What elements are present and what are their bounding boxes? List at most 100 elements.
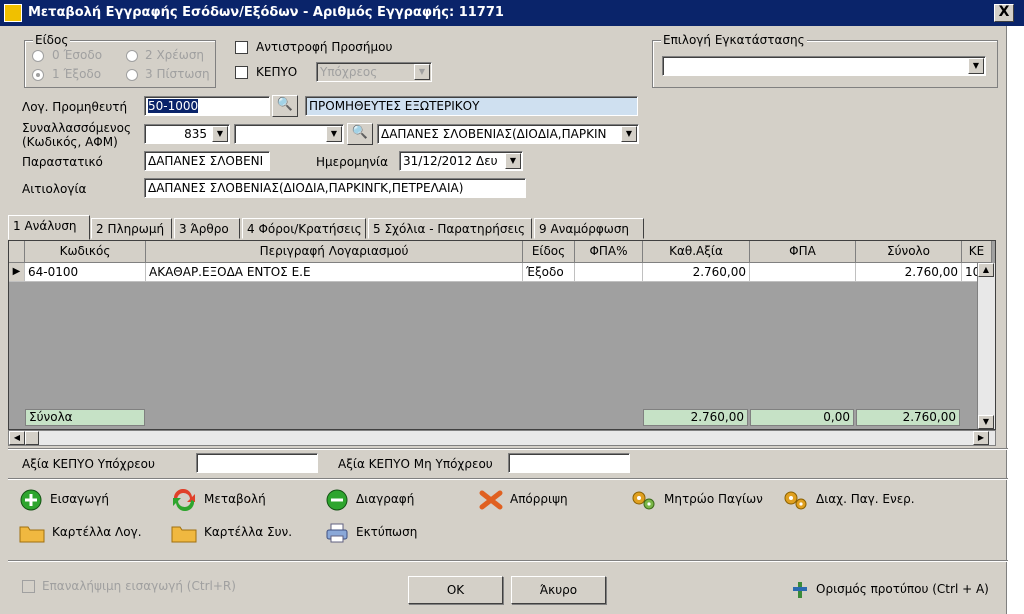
gears-icon	[784, 491, 807, 509]
counterparty-card-label: Καρτέλλα Συν.	[204, 525, 293, 539]
insert-label: Εισαγωγή	[50, 492, 110, 506]
scroll-down-icon[interactable]: ▼	[978, 415, 994, 429]
close-button[interactable]: X	[994, 4, 1014, 22]
repeat-insert-checkbox[interactable]	[22, 580, 35, 593]
table-row-code[interactable]: 64-0100	[25, 263, 146, 282]
totals-total: 2.760,00	[856, 409, 960, 426]
separator	[8, 448, 1008, 450]
radio-expense-label: 1 Έξοδο	[52, 67, 102, 81]
table-row-vat-pct[interactable]	[575, 263, 643, 282]
col-header-description[interactable]: Περιγραφή Λογαριασμού	[146, 241, 523, 263]
vertical-scrollbar[interactable]: ▲ ▼	[977, 263, 995, 429]
delete-button[interactable]: Διαγραφή	[324, 488, 414, 511]
chevron-down-icon[interactable]: ▼	[505, 153, 521, 169]
col-header-code[interactable]: Κωδικός	[25, 241, 146, 263]
reverse-prepayment-label: Αντιστροφή Προσήμου	[256, 40, 393, 54]
folder-icon	[171, 526, 197, 542]
reason-label: Αιτιολογία	[22, 182, 87, 196]
radio-debit[interactable]	[126, 50, 138, 62]
print-button[interactable]: Εκτύπωση	[324, 521, 417, 544]
kepyo-label: ΚΕΠΥΟ	[256, 65, 298, 79]
horizontal-scrollbar[interactable]: ◀ ▶	[8, 430, 996, 446]
insert-button[interactable]: Εισαγωγή	[18, 488, 109, 511]
table-row-description[interactable]: ΑΚΑΘΑΡ.ΕΞΟΔΑ ΕΝΤΟΣ Ε.Ε	[146, 263, 523, 282]
supplier-search-icon[interactable]: 🔍	[272, 95, 298, 117]
kepyo-checkbox[interactable]	[235, 66, 248, 79]
col-header-extra[interactable]: ΚΕ	[962, 241, 992, 263]
col-header-vat-pct[interactable]: ΦΠΑ%	[575, 241, 643, 263]
chevron-down-icon[interactable]: ▼	[968, 58, 984, 74]
separator	[8, 560, 1008, 562]
table-row-net[interactable]: 2.760,00	[643, 263, 750, 282]
tab-analysis[interactable]: 1 Ανάλυση	[8, 215, 90, 240]
refresh-icon	[173, 488, 195, 511]
col-header-total[interactable]: Σύνολο	[856, 241, 962, 263]
kepyo-not-obliged-input[interactable]	[508, 453, 630, 473]
supplier-account-code-input[interactable]: 50-1000	[144, 96, 270, 116]
radio-income-label: 0 Έσοδο	[52, 48, 103, 62]
radio-expense[interactable]	[32, 69, 44, 81]
table-row-type[interactable]: Έξοδο	[523, 263, 575, 282]
scroll-left-icon[interactable]: ◀	[9, 431, 25, 445]
radio-credit-label: 3 Πίστωση	[145, 67, 210, 81]
minus-circle-icon	[326, 489, 348, 510]
tab-taxes[interactable]: 4 Φόροι/Κρατήσεις	[242, 218, 366, 239]
tab-payment[interactable]: 2 Πληρωμή	[91, 218, 172, 239]
chevron-down-icon[interactable]: ▼	[212, 126, 228, 142]
asset-management-button[interactable]: Διαχ. Παγ. Ενερ.	[782, 488, 915, 511]
counterparty-code-select[interactable]: 835 ▼	[144, 124, 230, 144]
print-label: Εκτύπωση	[356, 525, 418, 539]
col-header-net[interactable]: Καθ.Αξία	[643, 241, 750, 263]
col-header-vat[interactable]: ΦΠΑ	[750, 241, 856, 263]
radio-credit[interactable]	[126, 69, 138, 81]
plus-circle-icon	[20, 489, 42, 510]
date-label: Ημερομηνία	[316, 155, 389, 169]
row-selector-header	[9, 241, 25, 263]
account-card-button[interactable]: Καρτέλλα Λογ.	[18, 521, 142, 544]
scroll-thumb[interactable]	[25, 431, 39, 445]
counterparty-name-select[interactable]: ΔΑΠΑΝΕΣ ΣΛΟΒΕΝΙΑΣ(ΔΙΟΔΙΑ,ΠΑΡΚΙΝ ▼	[377, 124, 639, 144]
kepyo-obliged-input[interactable]	[196, 453, 318, 473]
reason-input[interactable]: ΔΑΠΑΝΕΣ ΣΛΟΒΕΝΙΑΣ(ΔΙΟΔΙΑ,ΠΑΡΚΙΝΓΚ,ΠΕΤΡΕΛ…	[144, 178, 526, 198]
document-input[interactable]: ΔΑΠΑΝΕΣ ΣΛΟΒΕΝΙ	[144, 151, 270, 171]
radio-income[interactable]	[32, 50, 44, 62]
row-pointer-icon[interactable]: ▶	[9, 263, 25, 282]
installation-select[interactable]: ▼	[662, 56, 986, 76]
date-value: 31/12/2012 Δευ	[403, 154, 498, 168]
scroll-right-icon[interactable]: ▶	[973, 431, 989, 445]
chevron-down-icon[interactable]: ▼	[621, 126, 637, 142]
kepyo-not-obliged-label: Αξία ΚΕΠΥΟ Μη Υπόχρεου	[338, 457, 493, 471]
counterparty-search-icon[interactable]: 🔍	[347, 123, 373, 145]
chevron-down-icon[interactable]: ▼	[414, 64, 430, 80]
kepyo-select[interactable]: Υπόχρεος ▼	[316, 62, 432, 82]
installation-title: Επιλογή Εγκατάστασης	[661, 33, 807, 47]
table-row-total[interactable]: 2.760,00	[856, 263, 962, 282]
date-picker[interactable]: 31/12/2012 Δευ ▼	[399, 151, 523, 171]
totals-label: Σύνολα	[25, 409, 145, 426]
counterparty-card-button[interactable]: Καρτέλλα Συν.	[170, 521, 292, 544]
scroll-up-icon[interactable]: ▲	[978, 263, 994, 277]
cancel-button[interactable]: Άκυρο	[511, 576, 606, 604]
app-icon	[4, 4, 22, 22]
kepyo-obliged-label: Αξία ΚΕΠΥΟ Υπόχρεου	[22, 457, 155, 471]
pin-icon	[793, 581, 807, 598]
chevron-down-icon[interactable]: ▼	[326, 126, 342, 142]
counterparty-afm-select[interactable]: ▼	[234, 124, 344, 144]
table-row-vat[interactable]	[750, 263, 856, 282]
printer-icon	[326, 523, 348, 542]
reject-button[interactable]: Απόρριψη	[478, 488, 568, 511]
background-strip	[1006, 26, 1024, 614]
dialog-window: Μεταβολή Εγγραφής Εσόδων/Εξόδων - Αριθμό…	[0, 0, 1024, 614]
modify-label: Μεταβολή	[204, 492, 266, 506]
asset-registry-button[interactable]: Μητρώο Παγίων	[630, 488, 763, 511]
ok-button[interactable]: ΟΚ	[408, 576, 503, 604]
col-header-type[interactable]: Είδος	[523, 241, 575, 263]
tab-article[interactable]: 3 Άρθρο	[174, 218, 240, 239]
set-template-button[interactable]: Ορισμός προτύπου (Ctrl + A)	[790, 578, 989, 600]
tab-comments[interactable]: 5 Σχόλια - Παρατηρήσεις	[368, 218, 532, 239]
account-card-label: Καρτέλλα Λογ.	[52, 525, 142, 539]
reverse-prepayment-checkbox[interactable]	[235, 41, 248, 54]
tab-reform[interactable]: 9 Αναμόρφωση	[534, 218, 644, 239]
modify-button[interactable]: Μεταβολή	[170, 488, 266, 511]
window-title: Μεταβολή Εγγραφής Εσόδων/Εξόδων - Αριθμό…	[28, 5, 504, 20]
